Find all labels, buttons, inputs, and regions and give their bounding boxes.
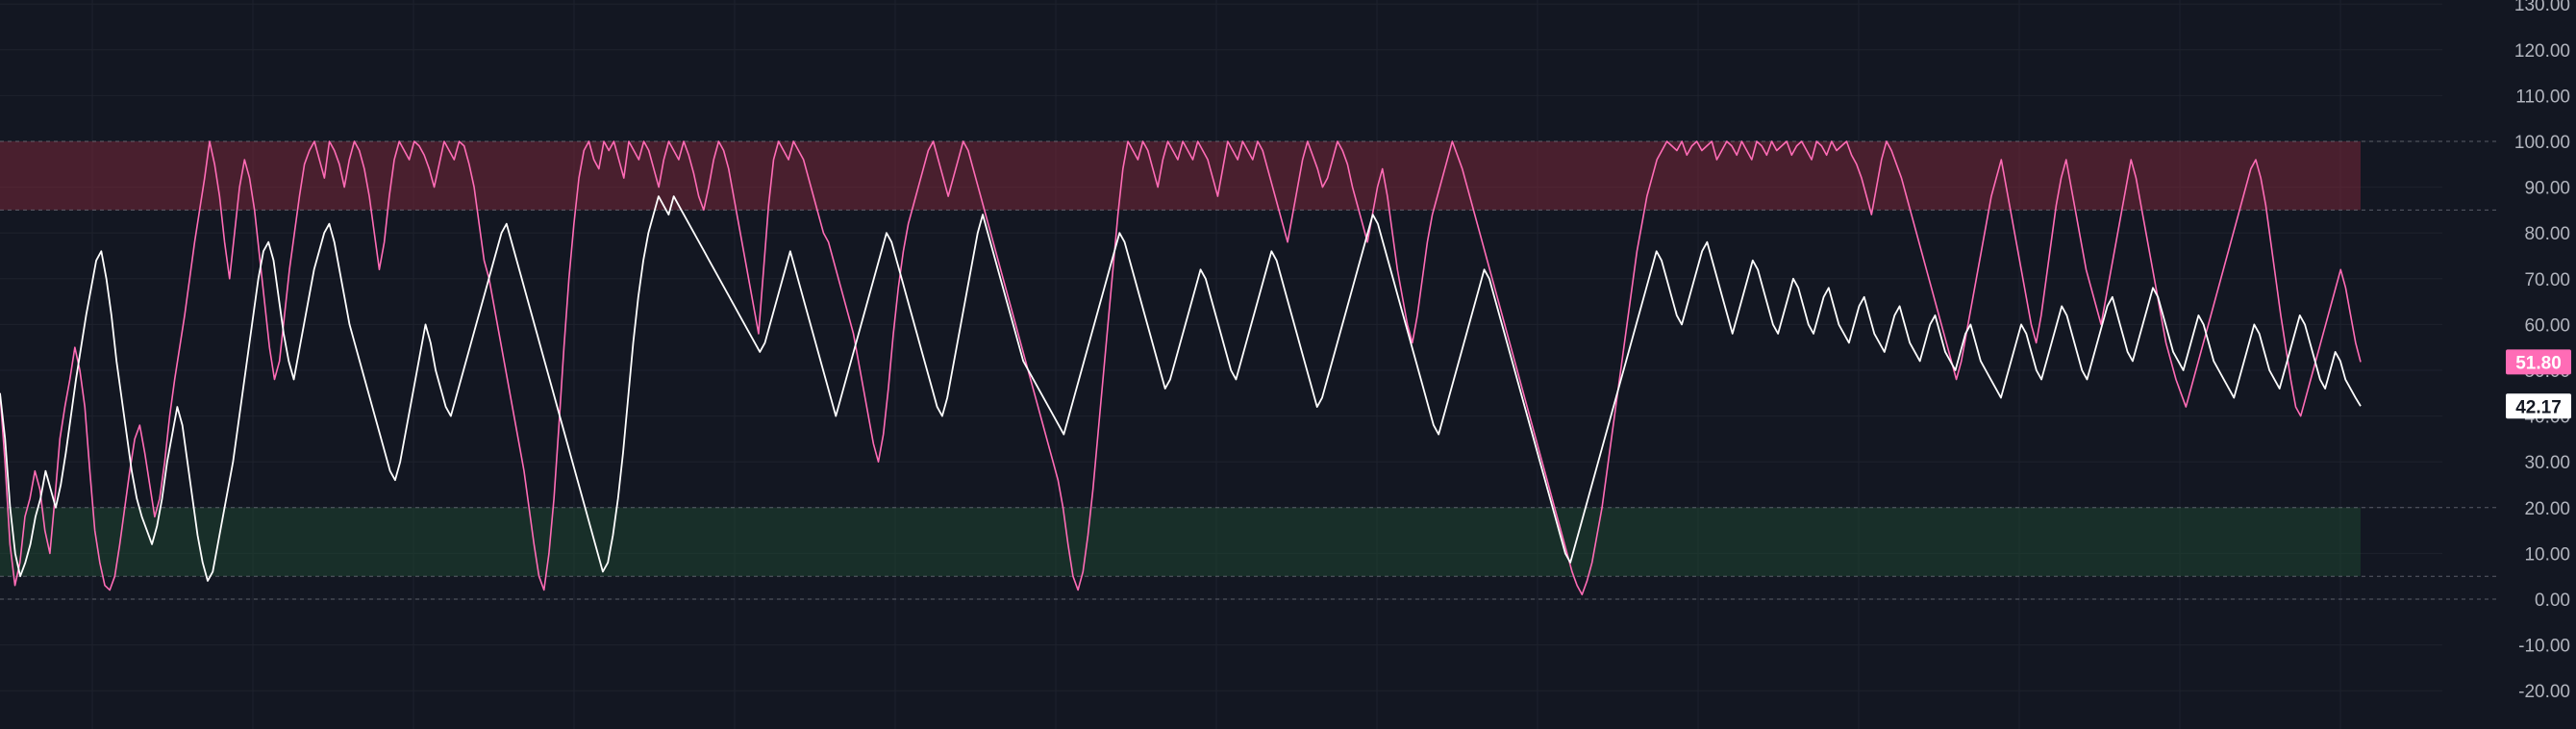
y-tick-label: 90.00 — [2524, 179, 2570, 199]
y-tick-label: 100.00 — [2514, 133, 2570, 153]
last-value-badge-text: 51.80 — [2515, 353, 2562, 373]
last-value-badges: 51.80 42.17 — [2506, 349, 2571, 419]
oversold-band — [0, 507, 2361, 577]
last-value-badge-text: 42.17 — [2515, 397, 2562, 417]
chart-stage: -20.00-10.000.0010.0020.0030.0040.0050.0… — [0, 0, 2576, 729]
y-tick-label: 80.00 — [2524, 224, 2570, 244]
y-tick-label: 60.00 — [2524, 315, 2570, 336]
y-tick-label: 70.00 — [2524, 270, 2570, 290]
y-tick-label: 0.00 — [2535, 591, 2570, 611]
y-tick-label: 120.00 — [2514, 41, 2570, 62]
y-tick-label: 130.00 — [2514, 0, 2570, 15]
y-tick-label: 20.00 — [2524, 499, 2570, 519]
vertical-grid — [91, 0, 2341, 729]
y-tick-label: 10.00 — [2524, 544, 2570, 565]
y-tick-label: 110.00 — [2515, 87, 2570, 107]
y-tick-label: 30.00 — [2524, 453, 2570, 473]
y-tick-label: -20.00 — [2518, 682, 2570, 702]
level-bands — [0, 141, 2361, 577]
y-tick-label: -10.00 — [2518, 637, 2570, 657]
stoch-rsi-chart[interactable]: -20.00-10.000.0010.0020.0030.0040.0050.0… — [0, 0, 2576, 729]
